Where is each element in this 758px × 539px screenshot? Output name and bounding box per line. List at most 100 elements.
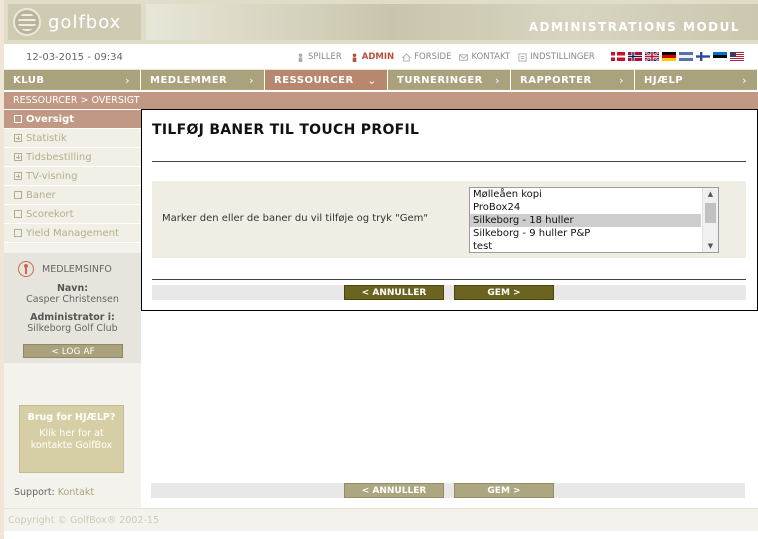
sidebar-item-baner[interactable]: Baner [4, 186, 141, 205]
norway-flag-icon[interactable] [628, 52, 642, 61]
sidebar-item-yield-management[interactable]: Yield Management [4, 224, 141, 243]
link-forside[interactable]: FORSIDE [402, 52, 451, 62]
datetime: 12-03-2015 - 09:34 [26, 52, 123, 63]
breadcrumb: RESSOURCER > OVERSIGT [4, 92, 758, 109]
sidebar-item-oversigt[interactable]: Oversigt [4, 110, 141, 129]
sidebar-item-label: Oversigt [26, 113, 75, 125]
logo-text: golfbox [48, 12, 122, 33]
save-button[interactable]: GEM > [454, 483, 554, 498]
netherlands-flag-icon[interactable] [679, 52, 693, 61]
nav-medlemmer[interactable]: MEDLEMMER › [141, 70, 265, 90]
help-box[interactable]: Brug for HJÆLP? Klik her for at kontakte… [19, 405, 124, 473]
course-option[interactable]: test [470, 240, 701, 252]
nav-ressourcer[interactable]: RESSOURCER ⌄ [265, 70, 388, 90]
top-links: SPILLER ADMIN FORSIDE KONTAKT INDSTILLIN… [296, 52, 595, 62]
main-nav: KLUB › MEDLEMMER › RESSOURCER ⌄ TURNERIN… [4, 70, 758, 90]
person-icon [298, 52, 303, 62]
language-flags [611, 52, 744, 61]
denmark-flag-icon[interactable] [611, 52, 625, 61]
home-icon [402, 52, 412, 62]
nav-klub-label: KLUB [13, 74, 45, 86]
finland-flag-icon[interactable] [696, 52, 710, 61]
scroll-down-icon[interactable]: ▼ [703, 240, 718, 252]
course-form-row: Marker den eller de baner du vil tilføje… [152, 181, 746, 258]
sidebar-item-label: TV-visning [26, 170, 78, 182]
sidebar-item-label: Tidsbestilling [26, 151, 92, 163]
chevron-right-icon: › [495, 73, 500, 87]
chevron-right-icon: › [619, 73, 624, 87]
square-icon [14, 210, 22, 218]
sidebar-item-scorekort[interactable]: Scorekort [4, 205, 141, 224]
link-spiller[interactable]: SPILLER [296, 52, 342, 62]
footer: Copyright © GolfBox® 2002-15 [4, 508, 758, 531]
square-icon [14, 229, 22, 237]
chevron-right-icon: › [125, 73, 130, 87]
sidebar-item-tv-visning[interactable]: TV-visning [4, 167, 141, 186]
nav-klub[interactable]: KLUB › [4, 70, 141, 90]
expand-plus-icon [14, 134, 22, 142]
content-panel: TILFØJ BANER TIL TOUCH PROFIL Marker den… [141, 109, 758, 311]
sidebar-menu: Oversigt Statistik Tidsbestilling TV-vis… [4, 110, 141, 243]
support-contact-link[interactable]: Kontakt [58, 487, 94, 498]
divider [152, 161, 746, 162]
member-info-title: MEDLEMSINFO [42, 263, 112, 275]
scroll-up-icon[interactable]: ▲ [703, 188, 718, 200]
golf-ball-icon [13, 8, 41, 36]
help-title: Brug for HJÆLP? [27, 412, 116, 423]
scroll-thumb[interactable] [705, 203, 716, 223]
settings-icon [518, 52, 527, 62]
course-option-selected[interactable]: Silkeborg - 18 huller [470, 214, 701, 227]
nav-rapporter[interactable]: RAPPORTER › [511, 70, 635, 90]
page-title: TILFØJ BANER TIL TOUCH PROFIL [152, 122, 420, 138]
listbox-scrollbar[interactable]: ▲ ▼ [702, 188, 718, 252]
nav-ressourcer-label: RESSOURCER [274, 74, 354, 86]
golfbox-logo[interactable]: golfbox [8, 4, 141, 40]
link-spiller-label: SPILLER [308, 52, 342, 62]
course-option[interactable]: Silkeborg - 9 huller P&P [470, 227, 701, 240]
cancel-button[interactable]: < ANNULLER [344, 285, 444, 300]
course-listbox[interactable]: Mølleåen kopi ProBox24 Silkeborg - 18 hu… [469, 187, 719, 253]
member-info: MEDLEMSINFO Navn: Casper Christensen Adm… [4, 253, 141, 363]
link-admin-label: ADMIN [361, 52, 395, 62]
member-name: Casper Christensen [26, 294, 119, 305]
usa-flag-icon[interactable] [730, 52, 744, 61]
square-icon [14, 191, 22, 199]
uk-flag-icon[interactable] [645, 52, 659, 61]
nav-turneringer-label: TURNERINGER [397, 74, 483, 86]
golfer-icon [18, 261, 34, 277]
club-name: Silkeborg Golf Club [27, 323, 118, 334]
nav-rapporter-label: RAPPORTER [520, 74, 592, 86]
sidebar-item-statistik[interactable]: Statistik [4, 129, 141, 148]
sidebar-item-tidsbestilling[interactable]: Tidsbestilling [4, 148, 141, 167]
chevron-right-icon: › [742, 73, 747, 87]
square-icon [14, 115, 22, 123]
sidebar-item-label: Yield Management [26, 227, 119, 239]
copyright: Copyright © GolfBox® 2002-15 [8, 515, 159, 526]
support-label: Support: [14, 487, 55, 498]
save-button[interactable]: GEM > [454, 285, 554, 300]
link-kontakt[interactable]: KONTAKT [459, 52, 510, 62]
name-label: Navn: [56, 283, 89, 294]
instruction-text: Marker den eller de baner du vil tilføje… [162, 213, 428, 224]
role-label: Administrator i: [30, 312, 115, 323]
header: golfbox ADMINISTRATIONS MODUL [4, 0, 758, 44]
nav-hjaelp[interactable]: HJÆLP › [635, 70, 758, 90]
link-indstillinger[interactable]: INDSTILLINGER [518, 52, 595, 62]
link-kontakt-label: KONTAKT [471, 52, 511, 62]
divider [152, 279, 746, 280]
help-line-1: Klik her for at [39, 428, 104, 439]
course-option[interactable]: Mølleåen kopi [470, 188, 701, 201]
logout-button[interactable]: < LOG AF [23, 344, 123, 358]
course-option[interactable]: ProBox24 [470, 201, 701, 214]
nav-medlemmer-label: MEDLEMMER [150, 74, 228, 86]
link-forside-label: FORSIDE [414, 52, 452, 62]
germany-flag-icon[interactable] [662, 52, 676, 61]
header-banner: ADMINISTRATIONS MODUL [146, 4, 758, 40]
chevron-down-icon: ⌄ [367, 73, 377, 87]
sidebar-item-label: Baner [26, 189, 56, 201]
link-admin[interactable]: ADMIN [350, 52, 394, 62]
button-bar-top: < ANNULLER GEM > [152, 285, 746, 300]
nav-turneringer[interactable]: TURNERINGER › [388, 70, 511, 90]
estonia-flag-icon[interactable] [713, 52, 727, 61]
cancel-button[interactable]: < ANNULLER [344, 483, 444, 498]
